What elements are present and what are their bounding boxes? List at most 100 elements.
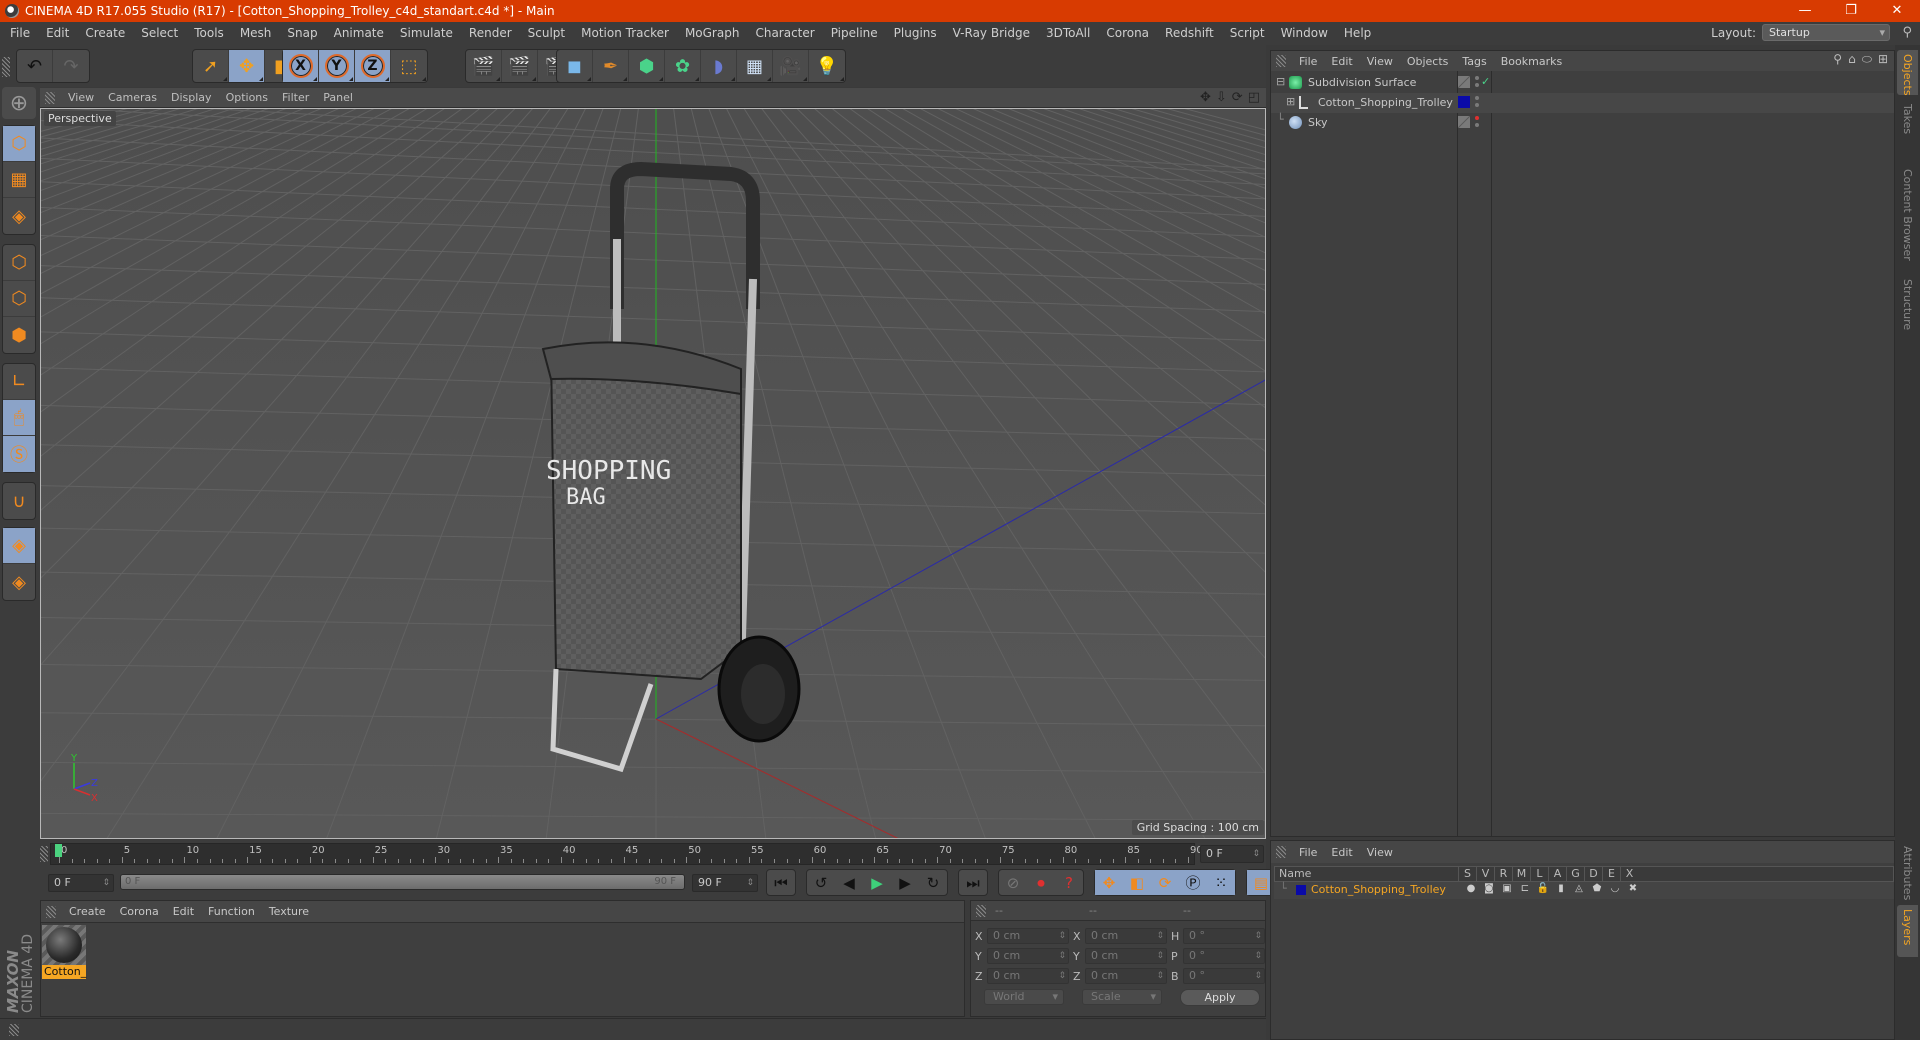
- deformers-icon[interactable]: ⬟: [1588, 883, 1606, 894]
- dock-tab-layers[interactable]: Layers: [1897, 905, 1918, 957]
- layout-dropdown[interactable]: Startup: [1762, 24, 1890, 41]
- floor-scene-button[interactable]: ▦: [737, 50, 773, 82]
- current-frame-field[interactable]: 0 F: [1200, 845, 1264, 863]
- viewport-menu-panel[interactable]: Panel: [316, 91, 360, 104]
- menu-pipeline[interactable]: Pipeline: [823, 22, 886, 45]
- menu-render[interactable]: Render: [461, 22, 520, 45]
- redo-button[interactable]: ↷: [53, 50, 89, 82]
- menu-motion-tracker[interactable]: Motion Tracker: [573, 22, 677, 45]
- next-key-button[interactable]: ↻: [919, 870, 947, 895]
- zoom-view-icon[interactable]: ⇩: [1216, 90, 1227, 105]
- tweak-mode-button[interactable]: 🖱: [3, 400, 35, 436]
- layer-row[interactable]: └ Cotton_Shopping_Trolley ● ◙ ▣ ⊏ 🔓 ▮ ◬ ⬟ ◡ ✖: [1274, 882, 1894, 899]
- key-rotation-button[interactable]: ⟳: [1151, 870, 1179, 895]
- next-frame-button[interactable]: ▶: [891, 870, 919, 895]
- visibility-dots[interactable]: [1475, 96, 1479, 107]
- dock-tab-content-browser[interactable]: Content Browser: [1897, 165, 1918, 270]
- points-mode-button[interactable]: ⬡: [3, 245, 35, 281]
- solo-icon[interactable]: ●: [1462, 883, 1480, 894]
- layer-column-a[interactable]: A: [1548, 867, 1566, 881]
- toggle-view-icon[interactable]: ⬭: [1862, 52, 1872, 67]
- layers-menu-edit[interactable]: Edit: [1324, 846, 1359, 859]
- xref-icon[interactable]: ✖: [1624, 883, 1642, 894]
- coord-value-field[interactable]: 0 cm: [987, 928, 1069, 944]
- layer-color-swatch[interactable]: [1296, 885, 1306, 895]
- animation-icon[interactable]: ▮: [1552, 883, 1570, 894]
- autokeying-button[interactable]: ?: [1055, 870, 1083, 895]
- enabled-check-icon[interactable]: ✓: [1481, 75, 1490, 88]
- expressions-icon[interactable]: ◡: [1606, 883, 1624, 894]
- dock-tab-objects[interactable]: Objects: [1897, 50, 1918, 96]
- search-icon[interactable]: ⚲: [1833, 52, 1842, 67]
- visibility-dots[interactable]: [1475, 116, 1479, 127]
- axis-x-button[interactable]: X: [283, 50, 319, 82]
- coord-value-field[interactable]: 0 °: [1183, 948, 1265, 964]
- toolbar-grip-icon[interactable]: [2, 57, 10, 77]
- object-name[interactable]: Sky: [1308, 116, 1327, 129]
- timeline-ruler[interactable]: 0 5 10 15 20 25 30 35 40 45 50 55 60 65 70 75 80 85 90: [50, 843, 1203, 865]
- layer-color-swatch[interactable]: [1458, 96, 1470, 108]
- menu-script[interactable]: Script: [1222, 22, 1273, 45]
- menu-plugins[interactable]: Plugins: [886, 22, 945, 45]
- object-name[interactable]: Cotton_Shopping_Trolley: [1318, 96, 1453, 109]
- menu-file[interactable]: File: [2, 22, 38, 45]
- layer-column-g[interactable]: G: [1566, 867, 1584, 881]
- subdivision-surface-button[interactable]: ⬢: [629, 50, 665, 82]
- menu-window[interactable]: Window: [1273, 22, 1336, 45]
- menu-3dtoall[interactable]: 3DToAll: [1038, 22, 1098, 45]
- lock-icon[interactable]: 🔓: [1534, 883, 1552, 894]
- timeline-playhead[interactable]: [55, 844, 62, 857]
- edges-mode-button[interactable]: ⬡: [3, 281, 35, 317]
- dock-tab-attributes[interactable]: Attributes: [1897, 842, 1918, 902]
- select-pointer-button[interactable]: ➚: [193, 50, 229, 82]
- axis-y-button[interactable]: Y: [319, 50, 355, 82]
- light-button[interactable]: 💡: [809, 50, 845, 82]
- menu-tools[interactable]: Tools: [186, 22, 232, 45]
- coordinate-system-button[interactable]: ⬚: [391, 50, 427, 82]
- dock-tab-takes[interactable]: Takes: [1897, 100, 1918, 160]
- coord-value-field[interactable]: 0 °: [1183, 928, 1265, 944]
- layer-column-s[interactable]: S: [1458, 867, 1476, 881]
- go-to-start-button[interactable]: ⏮: [767, 870, 795, 895]
- panel-grip-icon[interactable]: [1276, 846, 1286, 858]
- cube-primitive-button[interactable]: ◼: [557, 50, 593, 82]
- material-item[interactable]: Cotton_: [42, 925, 86, 983]
- menu-help[interactable]: Help: [1336, 22, 1379, 45]
- manager-icon[interactable]: ⊏: [1516, 883, 1534, 894]
- render-icon[interactable]: ▣: [1498, 883, 1516, 894]
- undo-button[interactable]: ↶: [17, 50, 53, 82]
- layer-column-d[interactable]: D: [1584, 867, 1602, 881]
- menu-v-ray-bridge[interactable]: V-Ray Bridge: [945, 22, 1038, 45]
- record-previous-key-button[interactable]: ↺: [807, 870, 835, 895]
- magnet-button[interactable]: ∪: [3, 483, 35, 519]
- expand-toggle-icon[interactable]: ⊟: [1276, 75, 1285, 88]
- move-button[interactable]: ✥: [229, 50, 265, 82]
- minimize-button[interactable]: —: [1782, 0, 1828, 22]
- end-frame-field[interactable]: 90 F: [692, 874, 758, 892]
- lock-workplane-button[interactable]: ◈: [3, 528, 35, 564]
- layers-menu-file[interactable]: File: [1292, 846, 1324, 859]
- visibility-dots[interactable]: [1475, 76, 1479, 87]
- panel-grip-icon[interactable]: [976, 905, 986, 917]
- object-row[interactable]: ⊟ Subdivision Surface ✓: [1271, 73, 1894, 93]
- texture-mode-button[interactable]: ▦: [3, 162, 35, 198]
- search-icon[interactable]: ⚲: [1902, 25, 1912, 40]
- viewport-camera-label[interactable]: Perspective: [44, 111, 116, 126]
- key-scale-button[interactable]: ◧: [1123, 870, 1151, 895]
- layer-column-v[interactable]: V: [1476, 867, 1494, 881]
- perspective-viewport[interactable]: SHOPPING BAG Y Z X: [40, 108, 1266, 839]
- start-frame-field[interactable]: 0 F: [48, 874, 114, 892]
- make-editable-button[interactable]: ⊕: [2, 87, 36, 119]
- maximize-view-icon[interactable]: ◰: [1248, 90, 1260, 105]
- objects-menu-edit[interactable]: Edit: [1324, 55, 1359, 68]
- render-picture-viewer-button[interactable]: 🎬: [502, 50, 538, 82]
- viewport-menu-view[interactable]: View: [61, 91, 101, 104]
- expand-toggle-icon[interactable]: ⊞: [1286, 95, 1295, 108]
- new-window-icon[interactable]: ⊞: [1878, 52, 1888, 67]
- menu-mesh[interactable]: Mesh: [232, 22, 280, 45]
- material-menu-create[interactable]: Create: [62, 905, 113, 918]
- visible-editor-icon[interactable]: ◙: [1480, 883, 1498, 894]
- coord-value-field[interactable]: 0 cm: [1085, 968, 1167, 984]
- play-button[interactable]: ▶: [863, 870, 891, 895]
- previous-frame-button[interactable]: ◀: [835, 870, 863, 895]
